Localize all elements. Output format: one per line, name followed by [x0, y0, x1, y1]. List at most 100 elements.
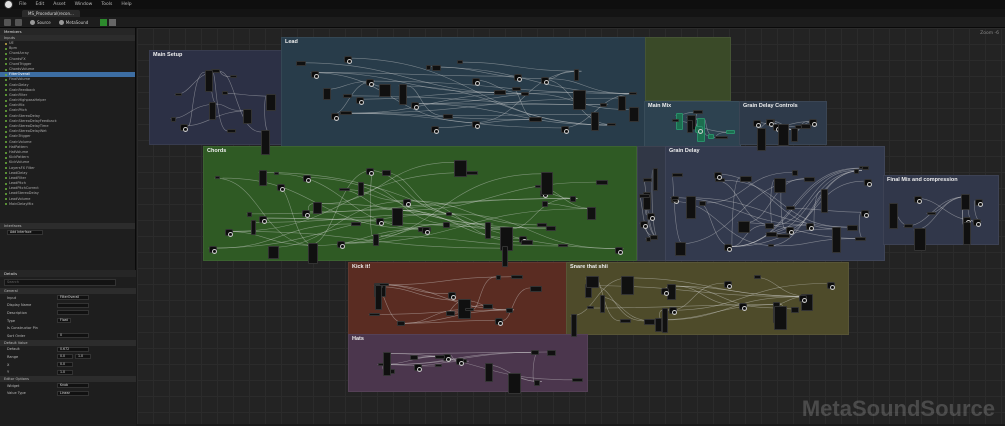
knob-node[interactable]: [495, 318, 503, 325]
graph-node[interactable]: [675, 242, 686, 255]
menu-edit[interactable]: Edit: [36, 2, 45, 7]
graph-node[interactable]: [672, 119, 678, 122]
graph-node[interactable]: [382, 170, 390, 176]
graph-node[interactable]: [914, 228, 926, 251]
knob-node[interactable]: [753, 120, 761, 127]
graph-node[interactable]: [740, 176, 752, 182]
x-field[interactable]: 0.0: [57, 362, 73, 367]
graph-node[interactable]: [530, 286, 541, 292]
graph-node[interactable]: [373, 234, 379, 246]
save-icon[interactable]: [4, 19, 11, 26]
menu-tools[interactable]: Tools: [101, 2, 112, 7]
graph-node[interactable]: [644, 319, 655, 325]
graph-node[interactable]: [531, 350, 540, 354]
graph-node[interactable]: [961, 194, 970, 210]
graph-node[interactable]: [466, 171, 478, 176]
graph-node[interactable]: [375, 285, 382, 311]
graph-node[interactable]: [629, 107, 639, 121]
member-item[interactable]: MainDelayMix: [0, 202, 135, 207]
knob-node[interactable]: [864, 179, 872, 186]
graph-node[interactable]: [379, 84, 391, 97]
input-name-field[interactable]: FilterOverall: [57, 295, 89, 300]
graph-node[interactable]: [268, 246, 280, 259]
graph-node[interactable]: [639, 194, 650, 197]
graph-node[interactable]: [435, 355, 445, 359]
knob-node[interactable]: [277, 184, 285, 191]
knob-node[interactable]: [799, 295, 807, 302]
knob-node[interactable]: [724, 281, 732, 288]
graph-node[interactable]: [399, 84, 407, 106]
sort-order-field[interactable]: 0: [57, 333, 89, 338]
graph-node[interactable]: [832, 227, 841, 253]
graph-node[interactable]: [508, 373, 521, 394]
knob-node[interactable]: [861, 210, 869, 217]
value-type-dropdown[interactable]: Linear: [57, 391, 89, 396]
knob-node[interactable]: [514, 74, 522, 81]
knob-node[interactable]: [259, 216, 267, 223]
graph-node[interactable]: [432, 65, 441, 71]
browse-icon[interactable]: [15, 19, 22, 26]
graph-node[interactable]: [655, 318, 662, 332]
stop-button[interactable]: [109, 19, 116, 26]
graph-node[interactable]: [542, 201, 548, 206]
graph-node[interactable]: [774, 306, 787, 330]
menu-window[interactable]: Window: [75, 2, 93, 7]
graph-node[interactable]: [546, 226, 556, 231]
graph-node[interactable]: [454, 160, 467, 177]
graph-node[interactable]: [792, 170, 798, 175]
graph-node[interactable]: [757, 128, 766, 151]
graph-node[interactable]: [587, 207, 596, 220]
graph-node[interactable]: [768, 244, 774, 247]
knob-node[interactable]: [431, 126, 439, 133]
knob-node[interactable]: [739, 303, 747, 310]
graph-node[interactable]: [485, 222, 491, 239]
graph-node[interactable]: [351, 222, 360, 226]
graph-node[interactable]: [443, 222, 450, 228]
graph-node[interactable]: [738, 221, 750, 234]
graph-node[interactable]: [547, 350, 556, 356]
default-value-field[interactable]: 0.672: [57, 347, 89, 352]
knob-node[interactable]: [724, 244, 732, 251]
graph-node[interactable]: [862, 166, 869, 169]
display-name-field[interactable]: [57, 303, 89, 308]
knob-node[interactable]: [225, 229, 233, 236]
knob-node[interactable]: [695, 126, 703, 133]
graph-node[interactable]: [587, 306, 594, 309]
graph-node[interactable]: [687, 120, 693, 133]
graph-node[interactable]: [629, 92, 638, 95]
graph-node[interactable]: [607, 123, 616, 126]
graph-node[interactable]: [443, 114, 454, 119]
graph-node[interactable]: [494, 90, 506, 95]
knob-node[interactable]: [414, 364, 422, 371]
graph-node[interactable]: [791, 307, 799, 313]
graph-node[interactable]: [715, 136, 727, 139]
graph-node[interactable]: [963, 222, 971, 245]
widget-dropdown[interactable]: Knob: [57, 383, 89, 388]
knob-node[interactable]: [302, 210, 310, 217]
knob-node[interactable]: [376, 218, 384, 225]
knob-node[interactable]: [180, 124, 188, 131]
graph-node[interactable]: [369, 313, 380, 317]
graph-node[interactable]: [308, 243, 319, 264]
knob-node[interactable]: [337, 241, 345, 248]
graph-node[interactable]: [397, 321, 405, 326]
y-field[interactable]: 1.0: [57, 370, 73, 375]
knob-node[interactable]: [448, 292, 456, 299]
graph-node[interactable]: [618, 96, 626, 111]
graph-node[interactable]: [209, 102, 216, 120]
graph-node[interactable]: [774, 178, 786, 193]
source-button[interactable]: Source: [30, 20, 51, 25]
graph-node[interactable]: [686, 196, 696, 219]
graph-node[interactable]: [512, 87, 521, 91]
graph-node[interactable]: [621, 276, 634, 295]
graph-node[interactable]: [534, 380, 540, 386]
graph-node[interactable]: [650, 235, 658, 240]
knob-node[interactable]: [472, 78, 480, 85]
graph-node[interactable]: [537, 223, 547, 228]
graph-node[interactable]: [535, 185, 541, 189]
graph-node[interactable]: [574, 69, 580, 81]
graph-node[interactable]: [765, 223, 774, 229]
graph-node[interactable]: [313, 202, 322, 214]
graph-node[interactable]: [591, 112, 599, 131]
graph-node[interactable]: [446, 311, 455, 316]
